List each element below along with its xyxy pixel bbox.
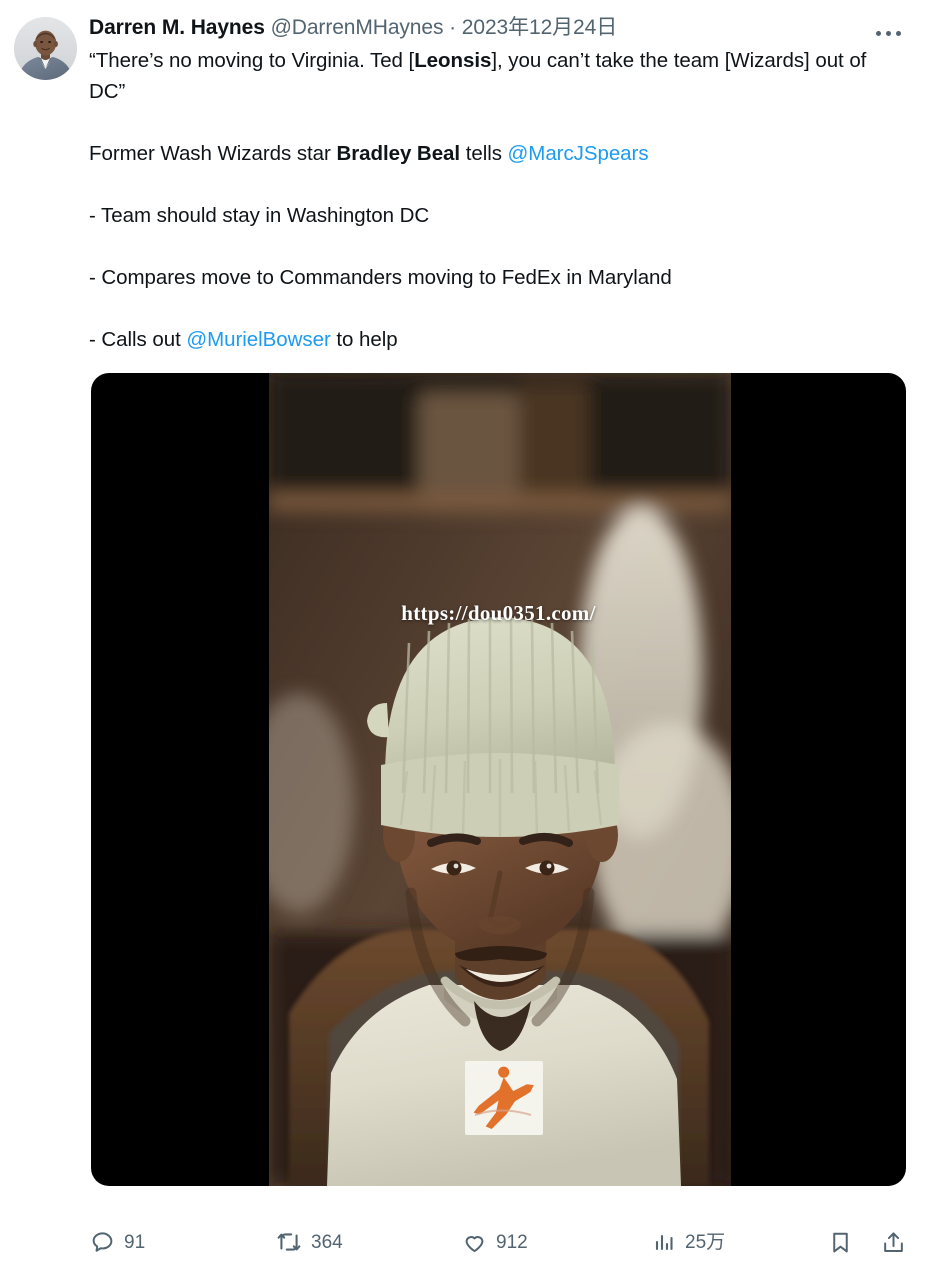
video-watermark: https://dou0351.com/ [401, 601, 596, 625]
author-display-name[interactable]: Darren M. Haynes [89, 16, 265, 39]
source-part-2: tells [460, 142, 508, 165]
user-avatar-photo [14, 17, 77, 80]
reply-button[interactable]: 91 [90, 1230, 276, 1255]
bookmark-button[interactable] [828, 1230, 853, 1255]
tweet-media[interactable]: https://dou0351.com/ [91, 373, 906, 1186]
tweet-blank-2 [89, 169, 906, 200]
tweet-card[interactable]: Darren M. Haynes @DarrenMHaynes · 2023年1… [0, 0, 930, 1270]
retweet-button[interactable]: 364 [276, 1229, 462, 1255]
views-button[interactable]: 25万 [652, 1230, 828, 1254]
bullet3-part-2: to help [330, 328, 398, 351]
tweet-bullet-3: - Calls out @MurielBowser to help [89, 324, 906, 355]
author-line: Darren M. Haynes @DarrenMHaynes · 2023年1… [89, 14, 906, 42]
source-bold-beal: Bradley Beal [336, 142, 461, 165]
tweet-blank-1 [89, 107, 906, 138]
tweet-header-text: Darren M. Haynes @DarrenMHaynes · 2023年1… [77, 14, 906, 355]
video-frame[interactable] [269, 373, 731, 1186]
retweet-icon [277, 1233, 301, 1251]
tweet-blank-3 [89, 231, 906, 262]
dot-2 [885, 30, 891, 36]
post-date[interactable]: 2023年12月24日 [462, 16, 617, 39]
more-horizontal-icon[interactable] [870, 22, 906, 44]
source-part-1: Former Wash Wizards star [89, 142, 337, 165]
tweet-header: Darren M. Haynes @DarrenMHaynes · 2023年1… [14, 14, 906, 355]
share-button[interactable] [881, 1230, 906, 1255]
retweet-count: 364 [311, 1231, 343, 1253]
bullet3-part-1: - Calls out [89, 328, 187, 351]
jordan-logo-patch [465, 1061, 543, 1135]
views-count: 25万 [685, 1231, 726, 1253]
reply-icon [92, 1231, 113, 1252]
tweet-line-quote: “There’s no moving to Virginia. Ted [Leo… [89, 45, 906, 107]
quote-part-1: “There’s no moving to Virginia. Ted [ [89, 49, 415, 72]
tweet-bullet-2: - Compares move to Commanders moving to … [89, 266, 672, 289]
share-upload-icon [884, 1231, 903, 1252]
tweet-line-source: Former Wash Wizards star Bradley Beal te… [89, 138, 906, 169]
mention-murielbowser[interactable]: @MurielBowser [186, 328, 330, 351]
reply-count: 91 [124, 1231, 146, 1253]
analytics-bar-icon [655, 1234, 673, 1251]
dot-1 [875, 30, 881, 36]
mention-marcjspears[interactable]: @MarcJSpears [508, 142, 649, 165]
quote-bold-leonsis: Leonsis [414, 49, 492, 72]
dot-3 [895, 30, 901, 36]
tweet-bullet-1: - Team should stay in Washington DC [89, 204, 430, 227]
tweet-actions: 91 364 912 25万 [90, 1222, 906, 1262]
like-count: 912 [496, 1231, 528, 1253]
like-button[interactable]: 912 [462, 1230, 652, 1255]
separator: · [449, 16, 457, 39]
heart-icon [465, 1235, 484, 1252]
tweet-body: “There’s no moving to Virginia. Ted [Leo… [89, 45, 906, 355]
bookmark-icon [833, 1232, 848, 1252]
tweet-blank-4 [89, 293, 906, 324]
avatar[interactable] [14, 17, 77, 80]
author-handle[interactable]: @DarrenMHaynes [271, 16, 444, 39]
